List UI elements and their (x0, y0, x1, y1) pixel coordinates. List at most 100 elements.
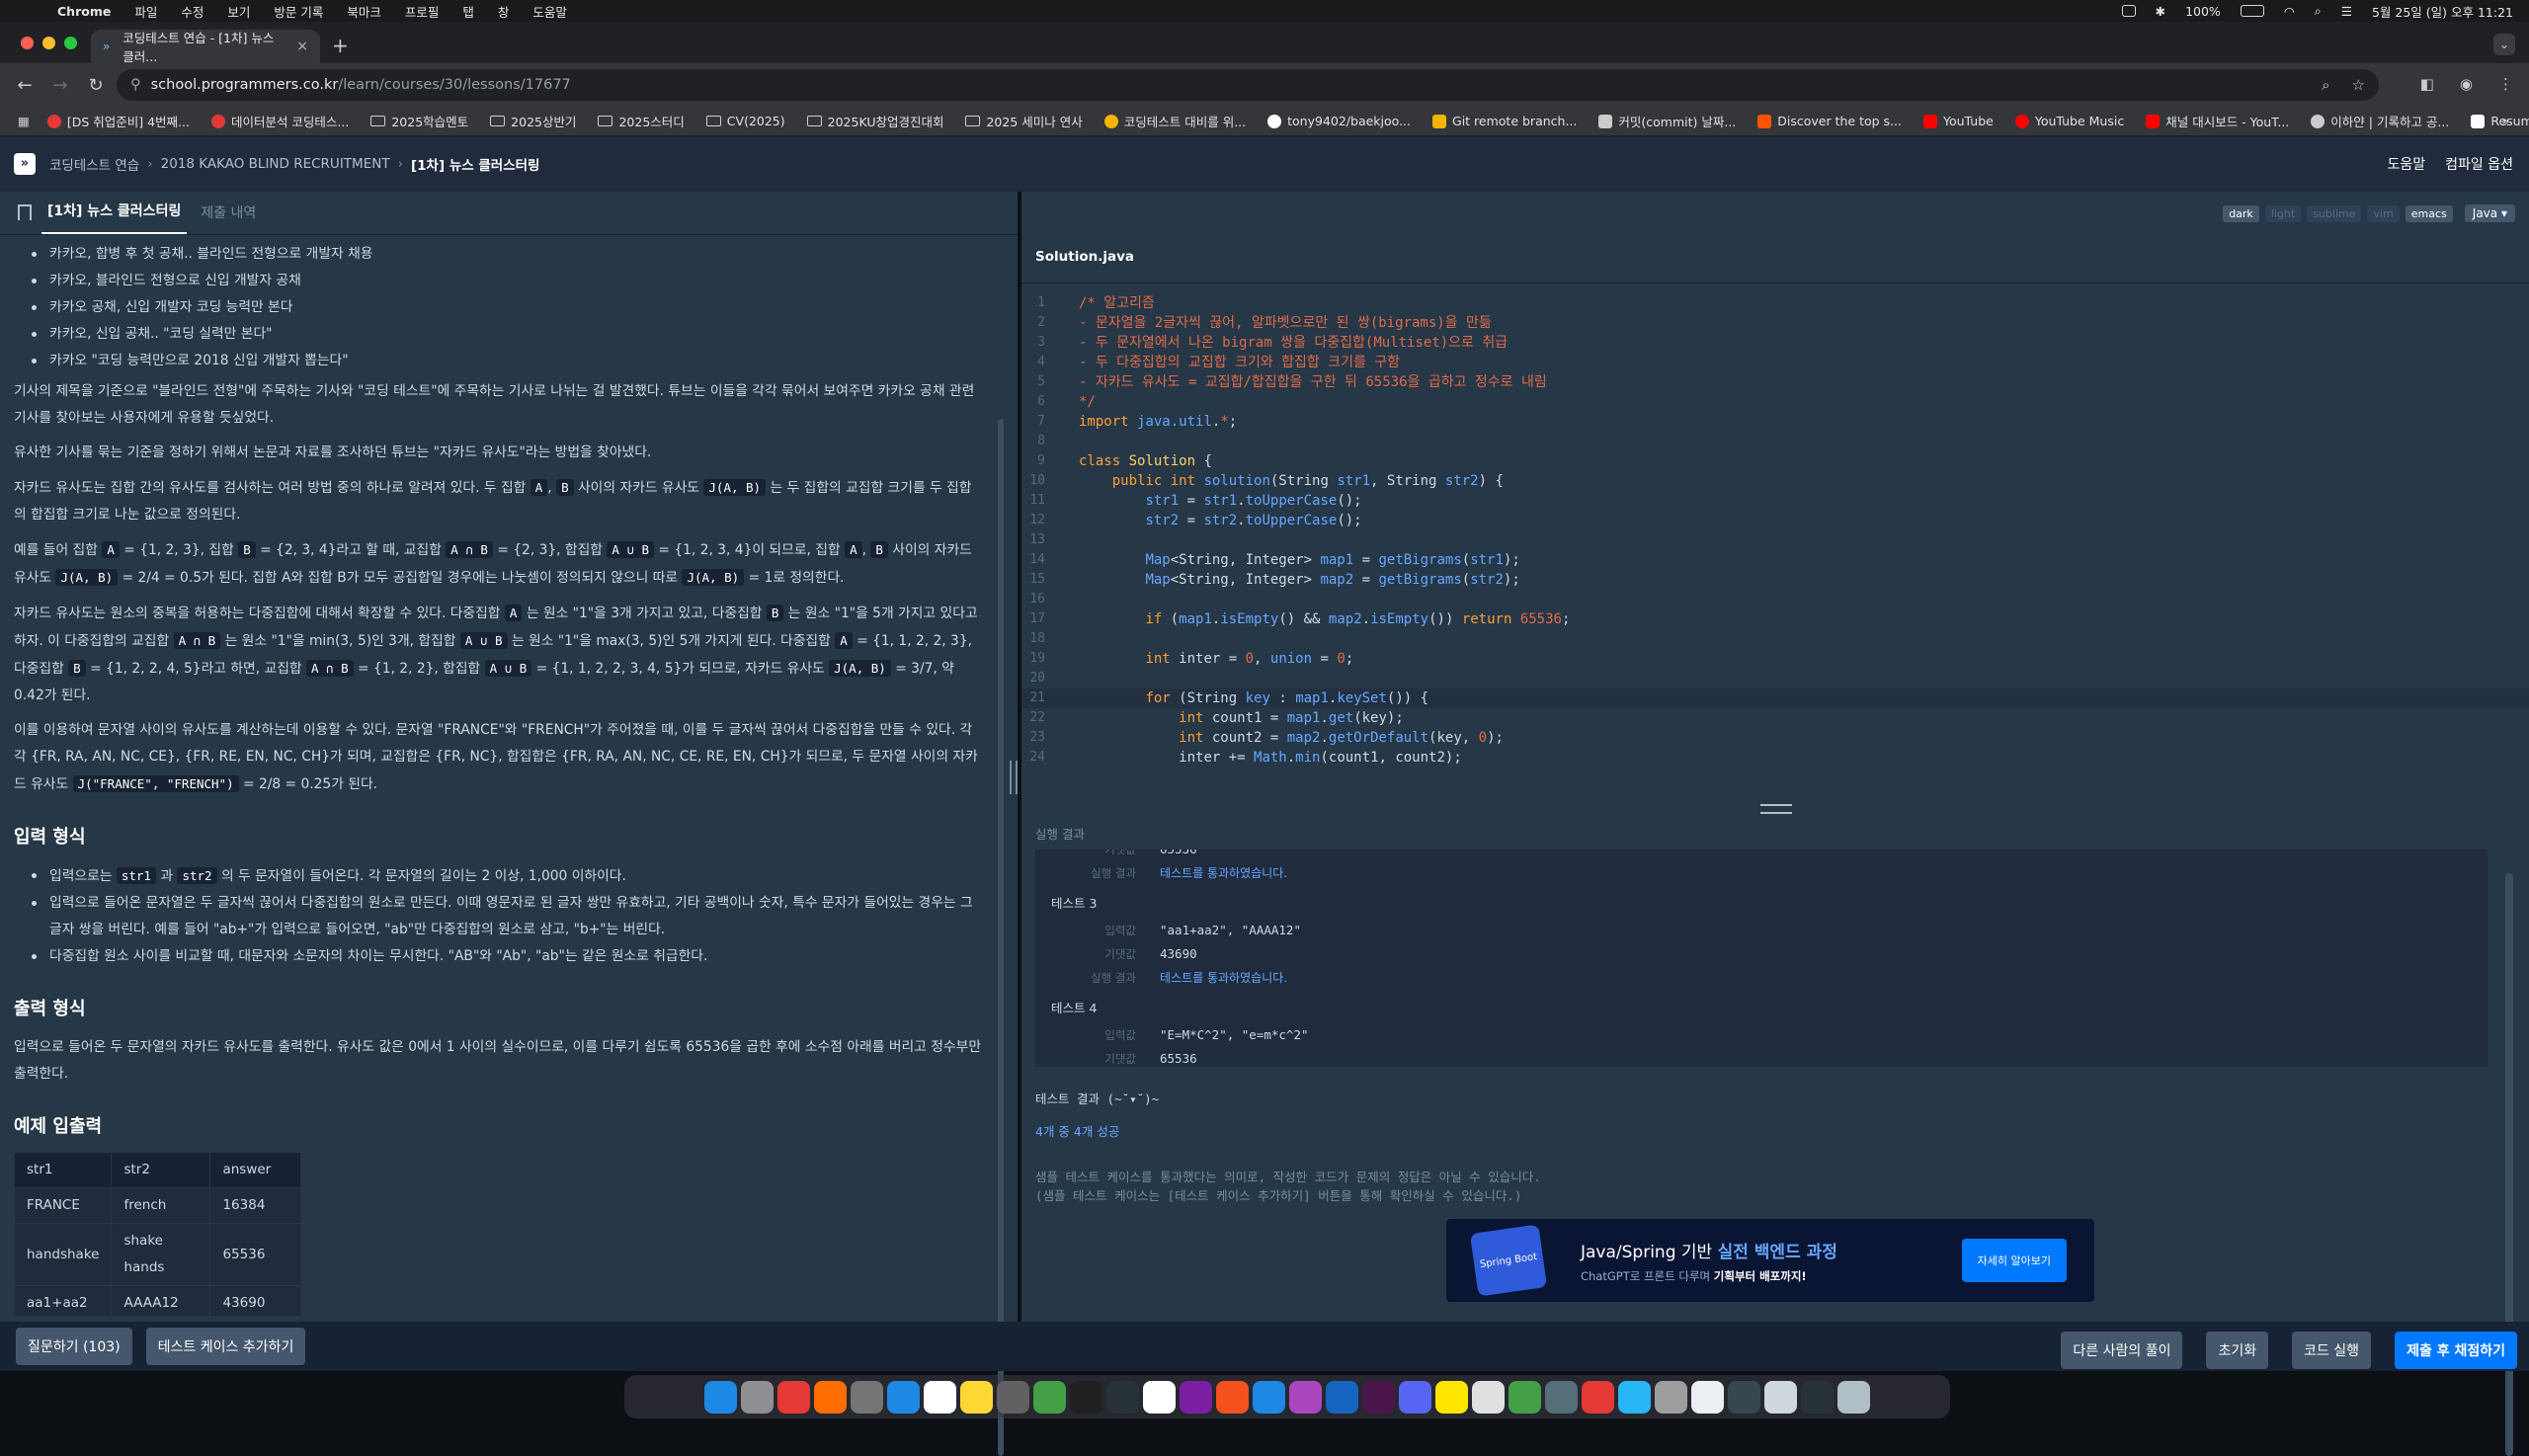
add-testcase-button[interactable]: 테스트 케이스 추가하기 (145, 1328, 306, 1365)
system-settings-icon[interactable] (851, 1380, 883, 1414)
submit-button[interactable]: 제출 후 채점하기 (2395, 1332, 2517, 1369)
bookmark-item[interactable]: 2025상반기 (490, 112, 576, 130)
bookmark-item[interactable]: Git remote branch... (1432, 114, 1577, 128)
theme-dark-button[interactable]: dark (2223, 204, 2259, 222)
code-line[interactable]: 22 int count1 = map1.get(key); (1021, 708, 2529, 728)
code-line[interactable]: 5 - 자카드 유사도 = 교집합/합집합을 구한 뒤 65536을 곱하고 정수… (1021, 372, 2529, 392)
browser-tab-active[interactable]: » 코딩테스트 연습 - [1차] 뉴스 클러... × (91, 30, 320, 64)
code-line[interactable]: 19 int inter = 0, union = 0; (1021, 649, 2529, 669)
course-ad-banner[interactable]: Spring Boot Java/Spring 기반 실전 백엔드 과정 Cha… (1446, 1219, 2094, 1302)
discord-icon[interactable] (1399, 1380, 1431, 1414)
tab-search-chevron-icon[interactable]: ⌄ (2493, 34, 2515, 55)
bookmark-icon[interactable] (18, 204, 32, 220)
code-line[interactable]: 16 (1021, 590, 2529, 609)
vscode-icon[interactable] (1326, 1380, 1358, 1414)
bluetooth-icon[interactable]: ✱ (2156, 4, 2165, 19)
apps-grid-icon[interactable]: ▦ (18, 114, 30, 128)
programmers-logo-icon[interactable]: » (14, 153, 36, 175)
menu-app-name[interactable]: Chrome (57, 4, 111, 19)
menu-history[interactable]: 방문 기록 (274, 2, 323, 21)
kakaotalk-icon[interactable] (1435, 1380, 1468, 1414)
calendar-icon[interactable] (924, 1380, 956, 1414)
music-app-icon[interactable] (777, 1380, 810, 1414)
menu-bookmarks[interactable]: 북마크 (347, 2, 381, 21)
close-tab-icon[interactable]: × (296, 39, 308, 54)
terminal-icon[interactable] (1070, 1380, 1102, 1414)
bookmark-item[interactable]: CV(2025) (705, 114, 785, 128)
menu-profiles[interactable]: 프로필 (405, 2, 440, 21)
intellij-icon[interactable] (1289, 1380, 1322, 1414)
code-line[interactable]: 24 inter += Math.min(count1, count2); (1021, 748, 2529, 768)
minimize-window-button[interactable] (42, 37, 55, 49)
wifi-icon[interactable]: ◠ (2284, 4, 2295, 19)
breadcrumb-coding-test[interactable]: 코딩테스트 연습 (49, 154, 139, 174)
chrome-menu-icon[interactable]: ⋮ (2498, 75, 2513, 93)
others-solutions-button[interactable]: 다른 사람의 풀이 (2061, 1332, 2183, 1369)
slack-icon[interactable] (1362, 1380, 1395, 1414)
screenshot-icon[interactable] (1728, 1380, 1760, 1414)
chrome-icon[interactable] (1033, 1380, 1066, 1414)
description-scrollbar[interactable] (998, 419, 1004, 1456)
reset-button[interactable]: 초기화 (2206, 1332, 2269, 1369)
presentation-icon[interactable] (1582, 1380, 1614, 1414)
folder-blue-icon[interactable] (1618, 1380, 1651, 1414)
code-line[interactable]: 2 - 문자열을 2글자씩 끊어, 알파벳으로만 된 쌍(bigrams)을 만듦 (1021, 313, 2529, 333)
terminal-2-icon[interactable] (1801, 1380, 1834, 1414)
reload-icon[interactable]: ↻ (85, 75, 107, 96)
code-line[interactable]: 9 class Solution { (1021, 451, 2529, 471)
safari-icon[interactable] (887, 1380, 920, 1414)
close-window-button[interactable] (21, 37, 34, 49)
ad-learn-more-button[interactable]: 자세히 알아보기 (1961, 1239, 2067, 1282)
code-line[interactable]: 8 (1021, 432, 2529, 451)
bookmark-item[interactable]: YouTube Music (2014, 114, 2124, 128)
code-line[interactable]: 13 (1021, 530, 2529, 550)
notes-icon[interactable] (960, 1380, 993, 1414)
finder-icon[interactable] (704, 1380, 737, 1414)
theme-vim-button[interactable]: vim (2367, 204, 2400, 222)
ask-question-button[interactable]: 질문하기 (103) (16, 1328, 132, 1365)
theme-light-button[interactable]: light (2264, 204, 2302, 222)
menu-edit[interactable]: 수정 (181, 2, 204, 21)
vscode-remote-icon[interactable] (1106, 1380, 1139, 1414)
docker-icon[interactable] (1253, 1380, 1285, 1414)
battery-icon[interactable] (2240, 5, 2264, 17)
menu-file[interactable]: 파일 (134, 2, 157, 21)
extensions-icon[interactable]: ◧ (2420, 75, 2434, 93)
zoom-window-button[interactable] (64, 37, 77, 49)
bookmark-item[interactable]: 2025KU창업경진대회 (806, 112, 943, 130)
pycharm-icon[interactable] (1472, 1380, 1505, 1414)
theme-sublime-button[interactable]: sublime (2307, 204, 2362, 222)
code-line[interactable]: 7 import java.util.*; (1021, 412, 2529, 432)
profile-avatar-icon[interactable]: ◉ (2460, 75, 2473, 93)
doc-stack-icon[interactable] (1691, 1380, 1724, 1414)
bookmark-item[interactable]: 커밋(commit) 날짜... (1598, 112, 1736, 130)
code-line[interactable]: 10 public int solution(String str1, Stri… (1021, 471, 2529, 491)
address-bar[interactable]: ⚲ school.programmers.co.kr/learn/courses… (117, 69, 2379, 101)
bookmark-item[interactable]: 2025학습멘토 (370, 112, 468, 130)
tab-problem[interactable]: [1차] 뉴스 클러스터링 (41, 201, 188, 234)
code-line[interactable]: 21 for (String key : map1.keySet()) { (1021, 688, 2529, 708)
forward-arrow-icon[interactable]: → (49, 75, 71, 96)
launchpad-icon[interactable] (741, 1380, 774, 1414)
bookmark-item[interactable]: 데이터분석 코딩테스... (210, 112, 349, 130)
code-line[interactable]: 11 str1 = str1.toUpperCase(); (1021, 491, 2529, 511)
more-bookmarks-icon[interactable]: » (2501, 114, 2509, 128)
menubar-clock[interactable]: 5월 25일 (일) 오후 11:21 (2372, 2, 2513, 21)
battery-app-icon[interactable] (1509, 1380, 1541, 1414)
compile-options-link[interactable]: 컴파일 옵션 (2445, 154, 2513, 174)
menu-window[interactable]: 창 (498, 2, 510, 21)
code-line[interactable]: 6 */ (1021, 392, 2529, 412)
bookmark-item[interactable]: [DS 취업준비] 4번째... (46, 112, 190, 130)
bookmark-star-icon[interactable]: ☆ (2352, 76, 2365, 94)
help-link[interactable]: 도움말 (2388, 154, 2426, 174)
menu-help[interactable]: 도움말 (532, 2, 567, 21)
language-select[interactable]: Java ▾ (2464, 204, 2515, 222)
panel-resize-handle[interactable] (1010, 761, 1018, 794)
code-line[interactable]: 3 - 두 문자열에서 나온 bigram 쌍을 다중집합(Multiset)으로… (1021, 333, 2529, 353)
editor-result-resize-handle[interactable] (1760, 804, 1792, 814)
theme-emacs-button[interactable]: emacs (2405, 204, 2453, 222)
tab-submission-history[interactable]: 제출 내역 (187, 202, 256, 234)
bookmark-item[interactable]: Discover the top s... (1757, 114, 1902, 128)
breadcrumb-kakao[interactable]: 2018 KAKAO BLIND RECRUITMENT (161, 156, 390, 172)
spotlight-search-icon[interactable]: ⌕ (2315, 3, 2322, 19)
